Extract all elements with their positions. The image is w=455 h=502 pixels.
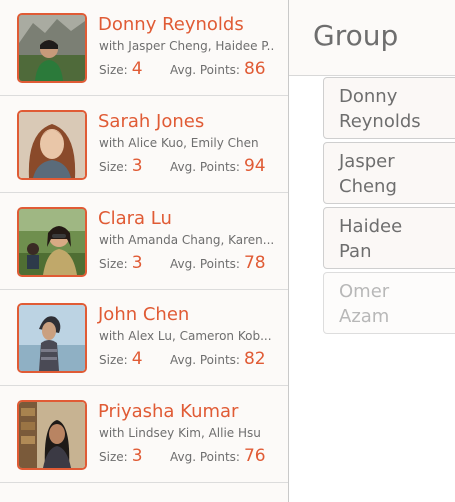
avg-points-label: Avg. Points: xyxy=(170,257,240,271)
group-card-priyasha-kumar[interactable]: Priyasha Kumar with Lindsey Kim, Allie H… xyxy=(0,387,288,483)
avg-points-value: 78 xyxy=(243,253,266,273)
member-first-name: Donny xyxy=(339,86,398,107)
group-card-john-chen[interactable]: John Chen with Alex Lu, Cameron Kob... S… xyxy=(0,290,288,386)
avg-points-stat: Avg. Points: 78 xyxy=(170,253,266,274)
size-stat: Size: 4 xyxy=(99,59,143,80)
size-value: 3 xyxy=(131,156,143,176)
avg-points-label: Avg. Points: xyxy=(170,63,240,77)
avg-points-label: Avg. Points: xyxy=(170,160,240,174)
avg-points-label: Avg. Points: xyxy=(170,450,240,464)
size-label: Size: xyxy=(99,257,128,271)
member-last-name: Reynolds xyxy=(339,111,421,132)
member-last-name: Pan xyxy=(339,241,372,262)
size-label: Size: xyxy=(99,63,128,77)
avg-points-value: 82 xyxy=(243,349,266,369)
avg-points-stat: Avg. Points: 76 xyxy=(170,446,266,467)
size-label: Size: xyxy=(99,160,128,174)
avatar xyxy=(17,110,87,180)
size-value: 4 xyxy=(131,59,143,79)
avatar xyxy=(17,13,87,83)
size-stat: Size: 4 xyxy=(99,349,143,370)
group-name: Clara Lu xyxy=(98,208,172,229)
group-detail-header: Group xyxy=(289,0,455,76)
size-stat: Size: 3 xyxy=(99,156,143,177)
avg-points-label: Avg. Points: xyxy=(170,353,240,367)
group-members: with Amanda Chang, Karen... xyxy=(99,233,275,247)
member-last-name: Cheng xyxy=(339,176,397,197)
group-members: with Lindsey Kim, Allie Hsu xyxy=(99,426,261,440)
member-tile-donny-reynolds[interactable]: Donny Reynolds xyxy=(323,77,455,139)
group-list[interactable]: Donny Reynolds with Jasper Cheng, Haidee… xyxy=(0,0,289,502)
group-member-list: Donny Reynolds Jasper Cheng Haidee Pan O… xyxy=(323,77,455,337)
avg-points-value: 86 xyxy=(243,59,266,79)
group-card-clara-lu[interactable]: Clara Lu with Amanda Chang, Karen... Siz… xyxy=(0,194,288,290)
group-card-sarah-jones[interactable]: Sarah Jones with Alice Kuo, Emily Chen S… xyxy=(0,97,288,193)
size-value: 4 xyxy=(131,349,143,369)
member-last-name: Azam xyxy=(339,306,390,327)
person-photo-icon xyxy=(19,112,85,178)
member-first-name: Jasper xyxy=(339,151,395,172)
member-first-name: Haidee xyxy=(339,216,403,237)
avg-points-value: 76 xyxy=(243,446,266,466)
avatar xyxy=(17,400,87,470)
member-tile-haidee-pan[interactable]: Haidee Pan xyxy=(323,207,455,269)
group-card-donny-reynolds[interactable]: Donny Reynolds with Jasper Cheng, Haidee… xyxy=(0,0,288,96)
avg-points-value: 94 xyxy=(243,156,266,176)
size-value: 3 xyxy=(131,446,143,466)
group-members: with Alex Lu, Cameron Kob... xyxy=(99,329,272,343)
avatar xyxy=(17,303,87,373)
group-name: Sarah Jones xyxy=(98,111,205,132)
group-name: Priyasha Kumar xyxy=(98,401,239,422)
group-members: with Alice Kuo, Emily Chen xyxy=(99,136,259,150)
group-name: John Chen xyxy=(98,304,190,325)
size-label: Size: xyxy=(99,353,128,367)
member-tile-omer-azam[interactable]: Omer Azam xyxy=(323,272,455,334)
member-first-name: Omer xyxy=(339,281,390,302)
person-photo-icon xyxy=(19,15,85,81)
person-photo-icon xyxy=(19,209,85,275)
size-stat: Size: 3 xyxy=(99,253,143,274)
avg-points-stat: Avg. Points: 82 xyxy=(170,349,266,370)
size-stat: Size: 3 xyxy=(99,446,143,467)
avg-points-stat: Avg. Points: 86 xyxy=(170,59,266,80)
avg-points-stat: Avg. Points: 94 xyxy=(170,156,266,177)
person-photo-icon xyxy=(19,305,85,371)
avatar xyxy=(17,207,87,277)
size-label: Size: xyxy=(99,450,128,464)
size-value: 3 xyxy=(131,253,143,273)
page-title: Group xyxy=(313,19,399,52)
member-tile-jasper-cheng[interactable]: Jasper Cheng xyxy=(323,142,455,204)
group-members: with Jasper Cheng, Haidee P.. xyxy=(99,39,275,53)
group-name: Donny Reynolds xyxy=(98,14,244,35)
person-photo-icon xyxy=(19,402,85,468)
